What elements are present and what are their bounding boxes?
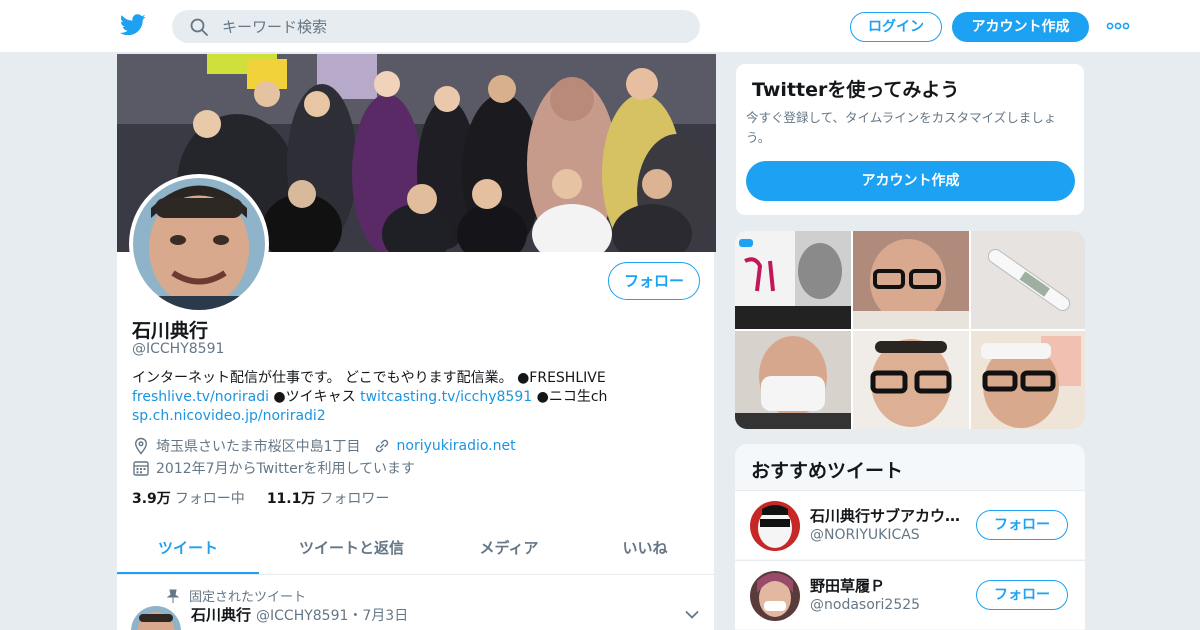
location-pin-icon [134, 437, 148, 455]
tweet-author-meta[interactable]: @ICCHY8591・7月3日 [256, 605, 408, 625]
tweet-header: 石川典行 @ICCHY8591・7月3日 [191, 604, 408, 625]
bio-link-freshlive[interactable]: freshlive.tv/noriradi [132, 389, 269, 405]
chevron-down-icon[interactable] [685, 610, 699, 620]
signup-card-text: 今すぐ登録して、タイムラインをカスタマイズしましょう。 [746, 110, 1057, 145]
profile-meta-location-website: 埼玉県さいたま市桜区中島1丁目 noriyukiradio.net [132, 436, 516, 456]
following-count: 3.9万 [132, 491, 171, 507]
search-input[interactable] [222, 10, 682, 43]
profile-location: 埼玉県さいたま市桜区中島1丁目 [156, 439, 361, 455]
tab-tweets-and-replies[interactable]: ツイートと返信 [259, 524, 444, 574]
bio-text: ●ツイキャス [268, 389, 361, 405]
tweet-author-name[interactable]: 石川典行 [191, 604, 251, 625]
followers-label: フォロワー [319, 491, 390, 507]
avatar[interactable] [750, 501, 800, 551]
recommended-name: 野田草履Ｐ [810, 577, 886, 595]
bio-text: ●ニコ生ch [532, 389, 608, 405]
profile-joined-date: 2012年7月からTwitterを利用しています [156, 461, 416, 477]
followers-count: 11.1万 [266, 491, 316, 507]
pin-icon [167, 589, 179, 603]
pinned-text: 固定されたツイート [189, 590, 307, 605]
signup-card-button[interactable]: アカウント作成 [746, 161, 1075, 201]
follow-button[interactable]: フォロー [976, 510, 1068, 540]
link-icon [375, 439, 388, 453]
bio-text: インターネット配信が仕事です。 どこでもやります配信業。 ●FRESHLIVE [132, 370, 606, 386]
avatar-photo [133, 178, 265, 310]
recommended-handle: @NORIYUKICAS [810, 527, 920, 543]
media-thumbnail[interactable] [853, 231, 969, 329]
tab-media[interactable]: メディア [444, 524, 574, 574]
pinned-tweet-label: 固定されたツイート [167, 586, 306, 605]
twitter-bird-logo-icon[interactable] [120, 14, 146, 36]
media-grid [735, 231, 1085, 429]
tab-tweets[interactable]: ツイート [117, 524, 259, 574]
media-thumbnail[interactable] [735, 331, 851, 429]
signup-card: Twitterを使ってみよう 今すぐ登録して、タイムラインをカスタマイズしましょ… [735, 63, 1085, 216]
followers-stat[interactable]: 11.1万 フォロワー [267, 488, 390, 508]
follow-button[interactable]: フォロー [976, 580, 1068, 610]
profile-handle: @ICCHY8591 [132, 341, 225, 357]
profile-name: 石川典行 [132, 320, 209, 342]
more-options-icon[interactable] [1106, 18, 1130, 34]
profile-website-link[interactable]: noriyukiradio.net [397, 438, 516, 454]
recommended-title: おすすめツイート [751, 460, 904, 482]
profile-card: フォロー 石川典行 @ICCHY8591 インターネット配信が仕事です。 どこで… [116, 54, 716, 630]
calendar-icon [133, 461, 149, 476]
profile-meta-joined: 2012年7月からTwitterを利用しています [132, 458, 415, 478]
avatar[interactable] [750, 571, 800, 621]
media-thumbnail[interactable] [735, 231, 851, 329]
tweet-author-avatar[interactable] [131, 606, 181, 630]
recommended-account[interactable]: 野田草履Ｐ @nodasori2525 フォロー [735, 560, 1085, 629]
signup-button[interactable]: アカウント作成 [952, 12, 1089, 42]
profile-tabs: ツイート ツイートと返信 メディア いいね [117, 524, 716, 575]
recommended-handle: @nodasori2525 [810, 597, 921, 613]
recommended-account[interactable]: 石川典行サブアカウ… @NORIYUKICAS フォロー [735, 490, 1085, 559]
follow-button[interactable]: フォロー [608, 262, 700, 300]
media-thumbnail[interactable] [971, 231, 1085, 329]
search-icon [190, 18, 208, 36]
search-box[interactable] [172, 10, 700, 43]
profile-bio: インターネット配信が仕事です。 どこでもやります配信業。 ●FRESHLIVE … [132, 369, 702, 426]
media-thumbnail[interactable] [971, 331, 1085, 429]
tab-likes[interactable]: いいね [574, 524, 716, 574]
following-stat[interactable]: 3.9万 フォロー中 [132, 488, 245, 508]
top-navigation-bar: ログイン アカウント作成 [0, 0, 1200, 53]
media-thumbnail[interactable] [853, 331, 969, 429]
recommended-accounts-card: おすすめツイート 石川典行サブアカウ… @NORIYUKICAS フォロー 野田… [735, 444, 1085, 630]
login-button[interactable]: ログイン [850, 12, 942, 42]
signup-card-title: Twitterを使ってみよう [752, 79, 960, 101]
profile-stats: 3.9万 フォロー中 11.1万 フォロワー [132, 488, 411, 508]
profile-avatar[interactable] [129, 174, 269, 314]
following-label: フォロー中 [174, 491, 245, 507]
recommended-name: 石川典行サブアカウ… [810, 507, 961, 525]
bio-link-niconico[interactable]: sp.ch.nicovideo.jp/noriradi2 [132, 408, 326, 424]
bio-link-twitcasting[interactable]: twitcasting.tv/icchy8591 [360, 389, 532, 405]
